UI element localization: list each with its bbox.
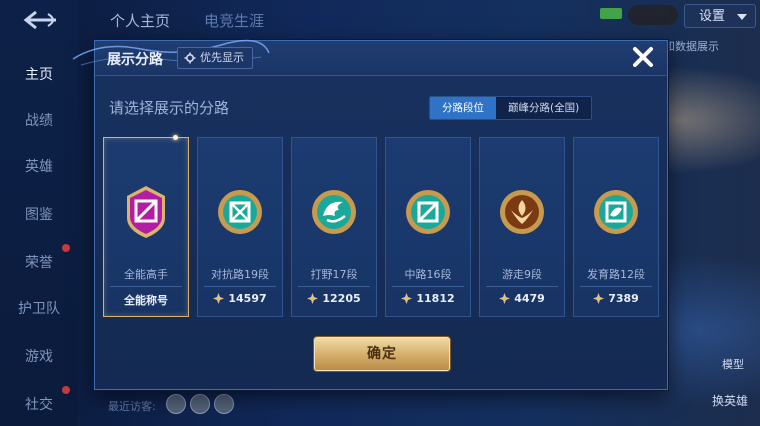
currency-badge <box>628 5 678 25</box>
lane-card-jungle[interactable]: 打野17段 12205 <box>291 137 377 317</box>
power-score: 7389 <box>608 292 639 305</box>
lane-card-label: 全能高手 <box>124 268 168 281</box>
card-divider <box>486 286 558 287</box>
nav-item-records[interactable]: 战绩 <box>0 110 78 130</box>
power-icon <box>499 293 511 304</box>
tab-lane-rank[interactable]: 分路段位 <box>430 97 496 119</box>
tab-peak-lane[interactable]: 巅峰分路(全国) <box>496 97 591 119</box>
mid-lane-emblem-icon <box>406 190 450 234</box>
card-divider <box>110 286 182 287</box>
lane-card-footer: 12205 <box>292 292 376 305</box>
farm-lane-emblem-icon <box>594 190 638 234</box>
nav-item-codex[interactable]: 图鉴 <box>0 204 78 224</box>
settings-dropdown[interactable]: 设置 <box>684 4 756 28</box>
tab-personal-home[interactable]: 个人主页 <box>110 10 170 31</box>
lane-card-label: 游走9段 <box>502 268 542 281</box>
chevron-down-icon <box>737 14 747 20</box>
power-icon <box>401 293 413 304</box>
priority-display-label: 优先显示 <box>200 51 244 64</box>
back-icon[interactable] <box>22 8 62 32</box>
lane-card-footer: 14597 <box>198 292 282 305</box>
jungle-emblem-icon <box>312 190 356 234</box>
lane-card-label: 对抗路19段 <box>211 268 269 281</box>
nav-item-games[interactable]: 游戏 <box>0 346 78 366</box>
lane-card-allround[interactable]: 全能高手 全能称号 <box>103 135 189 317</box>
power-icon <box>307 293 319 304</box>
purple-allround-emblem-icon <box>127 186 165 238</box>
nav-item-social[interactable]: 社交 <box>0 394 78 414</box>
title-text: 全能称号 <box>124 294 168 307</box>
switch-hero-button[interactable]: 换英雄 <box>712 392 748 409</box>
dialog-header: 展示分路 优先显示 <box>72 39 667 76</box>
card-divider <box>298 286 370 287</box>
power-score: 12205 <box>322 292 361 305</box>
recent-visitors-label: 最近访客: <box>108 400 156 413</box>
card-divider <box>580 286 652 287</box>
avatar[interactable] <box>190 394 210 414</box>
lane-card-clash[interactable]: 对抗路19段 14597 <box>197 137 283 317</box>
lane-card-label: 打野17段 <box>310 268 358 281</box>
lane-card-label: 发育路12段 <box>587 268 645 281</box>
lane-card-footer: 11812 <box>386 292 470 305</box>
left-nav: 主页 战绩 英雄 图鉴 荣誉 护卫队 游戏 社交 <box>0 0 78 426</box>
nav-item-heroes[interactable]: 英雄 <box>0 156 78 176</box>
model-button[interactable]: 模型 <box>722 356 744 372</box>
nav-item-guard[interactable]: 护卫队 <box>0 298 78 318</box>
power-score: 4479 <box>514 292 545 305</box>
gear-icon <box>184 52 196 64</box>
lane-tabs: 分路段位 巅峰分路(全国) <box>429 96 593 120</box>
avatar[interactable] <box>166 394 186 414</box>
priority-display-button[interactable]: 优先显示 <box>177 47 253 69</box>
lane-cards: 全能高手 全能称号 对抗路19段 14597 打野17段 12205 中路16段… <box>103 135 663 317</box>
lane-display-dialog: 展示分路 优先显示 请选择展示的分路 分路段位 巅峰分路(全国) 全能高手 全能… <box>72 39 668 390</box>
avatar[interactable] <box>214 394 234 414</box>
card-divider <box>392 286 464 287</box>
notification-dot <box>62 386 70 394</box>
notification-dot <box>62 244 70 252</box>
nav-item-home[interactable]: 主页 <box>0 64 78 84</box>
lane-card-footer: 全能称号 <box>104 292 188 308</box>
battery-icon <box>600 8 622 19</box>
clash-lane-emblem-icon <box>218 190 262 234</box>
power-icon <box>213 293 225 304</box>
lane-card-footer: 4479 <box>480 292 564 305</box>
lane-card-footer: 7389 <box>574 292 658 305</box>
confirm-button[interactable]: 确定 <box>314 337 450 371</box>
tab-esports-career[interactable]: 电竞生涯 <box>204 10 264 31</box>
card-divider <box>204 286 276 287</box>
dialog-title: 展示分路 <box>107 52 163 68</box>
lane-card-roam[interactable]: 游走9段 4479 <box>479 137 565 317</box>
power-score: 14597 <box>228 292 267 305</box>
close-icon[interactable] <box>629 43 657 71</box>
settings-label: 设置 <box>699 9 726 24</box>
dialog-subtitle: 请选择展示的分路 <box>109 99 230 117</box>
nav-item-honor[interactable]: 荣誉 <box>0 252 78 272</box>
lane-card-farm[interactable]: 发育路12段 7389 <box>573 137 659 317</box>
data-display-text: 和数据展示 <box>664 40 719 53</box>
sparkle-icon <box>173 135 178 140</box>
lane-card-label: 中路16段 <box>404 268 452 281</box>
power-score: 11812 <box>416 292 455 305</box>
roam-emblem-icon <box>500 190 544 234</box>
lane-card-mid[interactable]: 中路16段 11812 <box>385 137 471 317</box>
power-icon <box>593 293 605 304</box>
